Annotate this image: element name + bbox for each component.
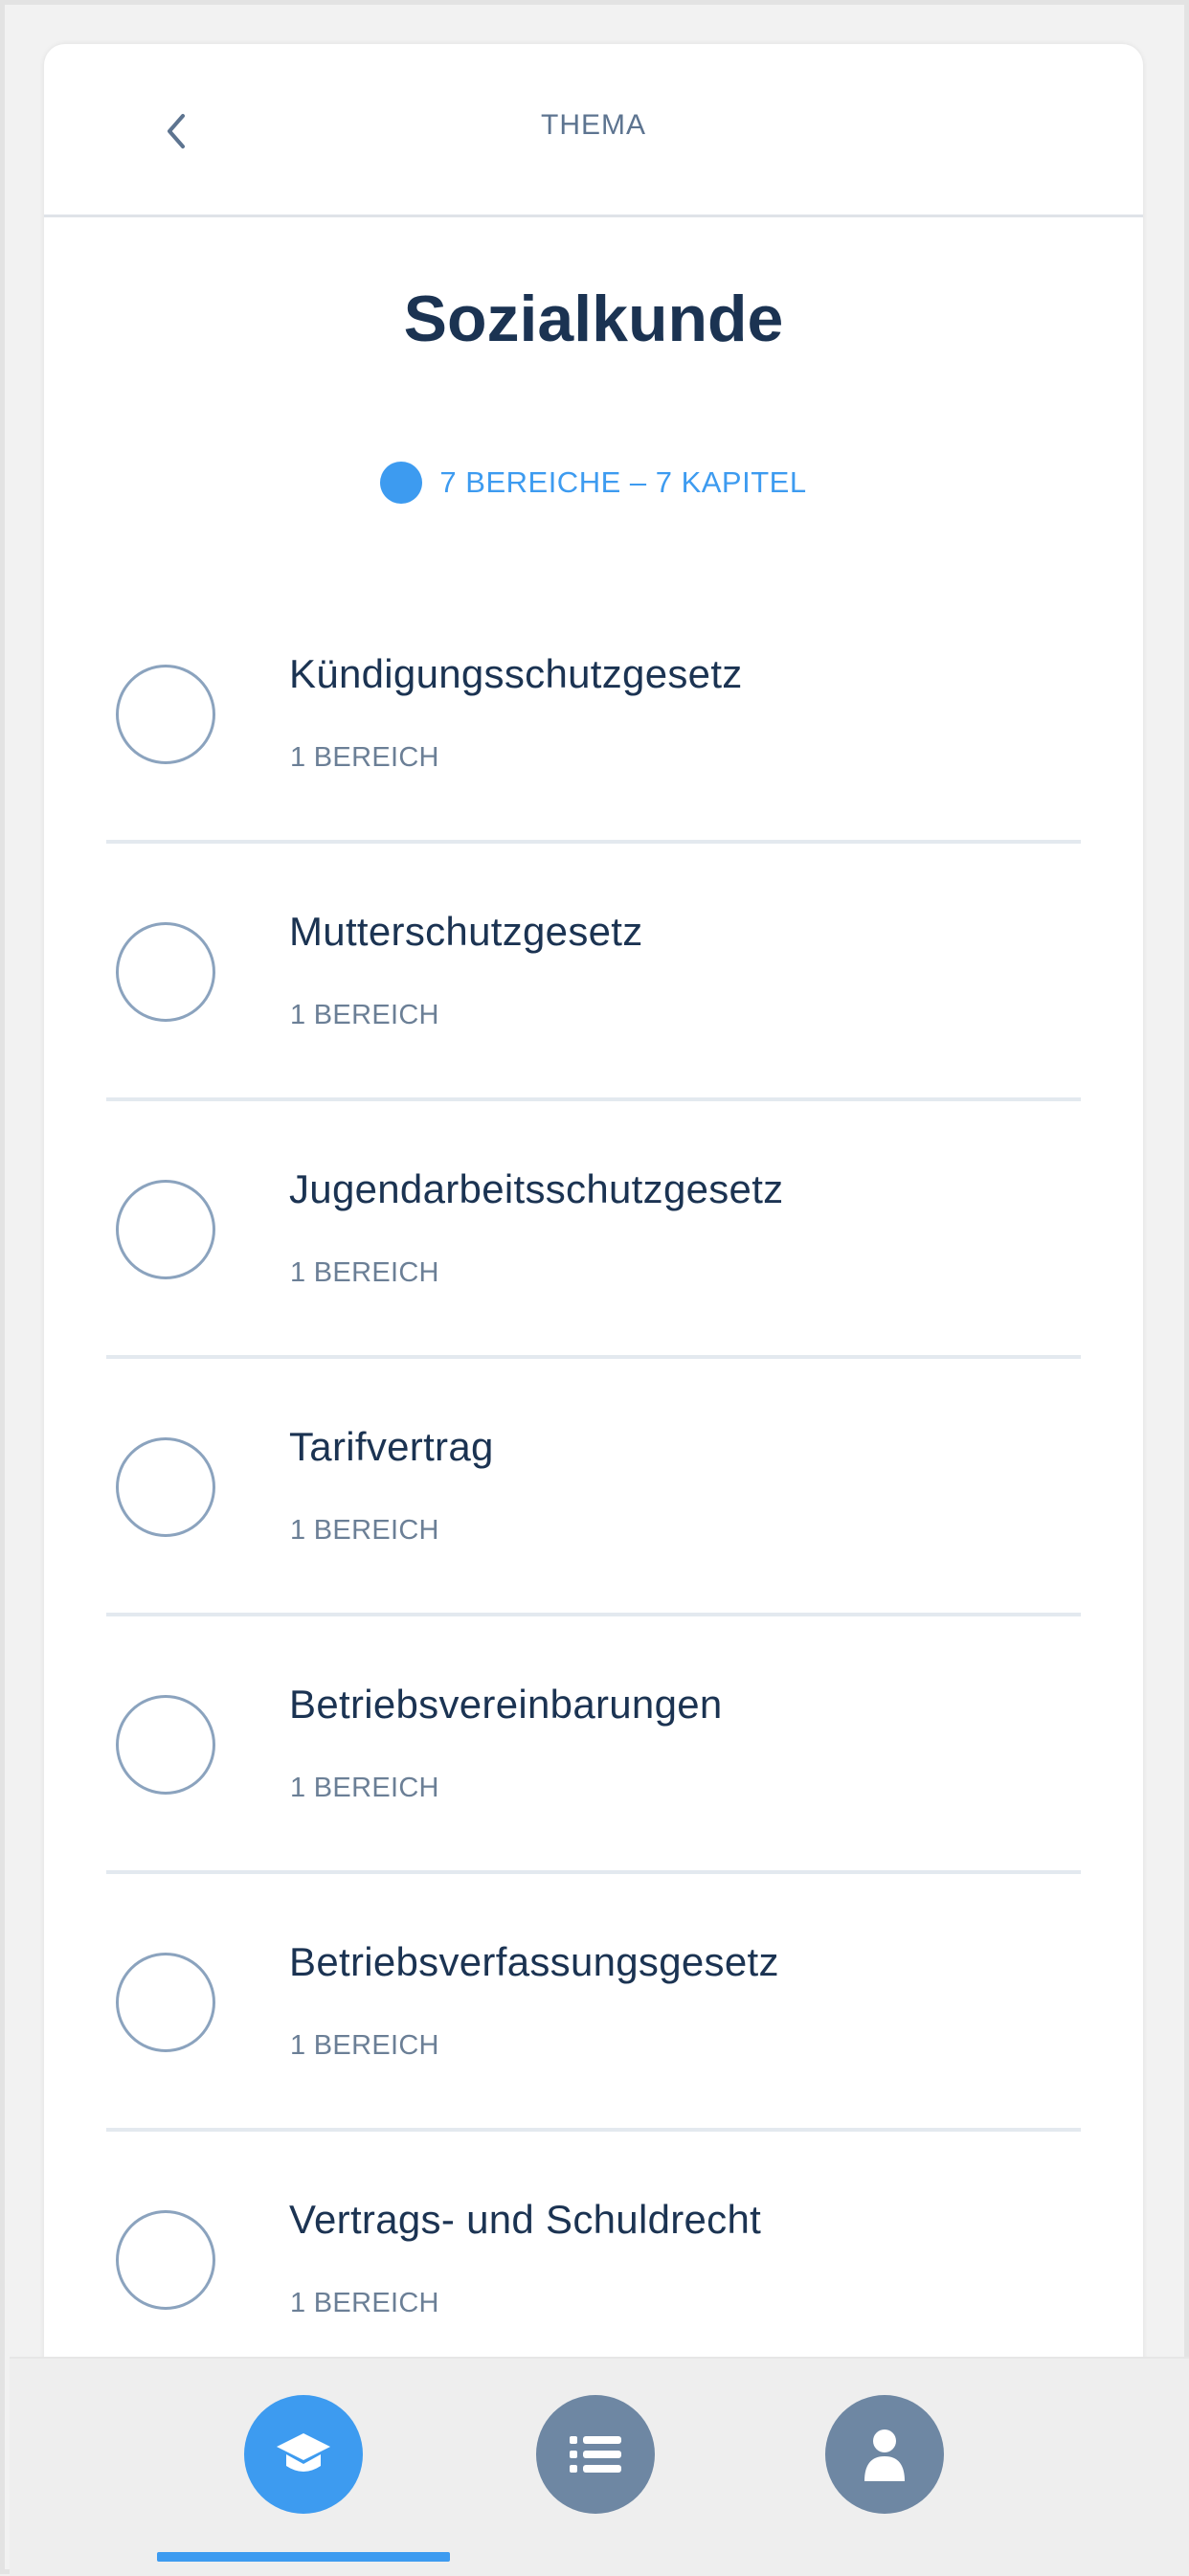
- item-title: Kündigungsschutzgesetz: [289, 651, 743, 696]
- radio-circle-icon[interactable]: [116, 922, 215, 1022]
- screen-frame: THEMA Sozialkunde 7 BEREICHE – 7 KAPITEL…: [0, 0, 1189, 2576]
- list-item[interactable]: Vertrags- und Schuldrecht 1 BEREICH: [106, 2132, 1081, 2389]
- status-dot-icon: [380, 462, 423, 504]
- radio-circle-icon[interactable]: [116, 1953, 215, 2052]
- active-tab-indicator: [157, 2552, 450, 2562]
- item-subtitle: 1 BEREICH: [290, 2030, 439, 2061]
- list-item[interactable]: Betriebsverfassungsgesetz 1 BEREICH: [106, 1874, 1081, 2132]
- item-subtitle: 1 BEREICH: [290, 1257, 439, 1288]
- radio-circle-icon[interactable]: [116, 2210, 215, 2310]
- item-subtitle: 1 BEREICH: [290, 1000, 439, 1030]
- page-title: Sozialkunde: [403, 282, 784, 355]
- topic-meta: 7 BEREICHE – 7 KAPITEL: [44, 462, 1143, 504]
- bottom-tab-bar: [10, 2357, 1189, 2576]
- list-item[interactable]: Kündigungsschutzgesetz 1 BEREICH: [106, 586, 1081, 844]
- item-title: Vertrags- und Schuldrecht: [289, 2197, 762, 2242]
- list-icon: [570, 2436, 621, 2473]
- radio-circle-icon[interactable]: [116, 1695, 215, 1795]
- radio-circle-icon[interactable]: [116, 1180, 215, 1279]
- item-title: Betriebsvereinbarungen: [289, 1682, 723, 1727]
- item-subtitle: 1 BEREICH: [290, 742, 439, 773]
- item-title: Jugendarbeitsschutzgesetz: [289, 1166, 784, 1211]
- header: THEMA: [44, 44, 1143, 217]
- item-title: Tarifvertrag: [289, 1424, 494, 1469]
- item-subtitle: 1 BEREICH: [290, 1773, 439, 1803]
- topic-meta-text: 7 BEREICHE – 7 KAPITEL: [439, 465, 807, 499]
- list-item[interactable]: Mutterschutzgesetz 1 BEREICH: [106, 844, 1081, 1101]
- item-title: Mutterschutzgesetz: [289, 909, 643, 954]
- content-card: THEMA Sozialkunde 7 BEREICHE – 7 KAPITEL…: [44, 44, 1143, 2457]
- item-subtitle: 1 BEREICH: [290, 2288, 439, 2318]
- item-subtitle: 1 BEREICH: [290, 1515, 439, 1546]
- tab-list[interactable]: [536, 2395, 655, 2514]
- tab-profile[interactable]: [825, 2395, 944, 2514]
- user-icon: [864, 2429, 905, 2481]
- list-item[interactable]: Jugendarbeitsschutzgesetz 1 BEREICH: [106, 1101, 1081, 1359]
- radio-circle-icon[interactable]: [116, 665, 215, 764]
- list-item[interactable]: Betriebsvereinbarungen 1 BEREICH: [106, 1616, 1081, 1874]
- list-item[interactable]: Tarifvertrag 1 BEREICH: [106, 1359, 1081, 1616]
- tab-learn[interactable]: [244, 2395, 363, 2514]
- chapter-list: Kündigungsschutzgesetz 1 BEREICH Mutters…: [106, 586, 1081, 2389]
- radio-circle-icon[interactable]: [116, 1437, 215, 1537]
- graduation-cap-icon: [277, 2433, 330, 2472]
- item-title: Betriebsverfassungsgesetz: [289, 1939, 779, 1984]
- header-title: THEMA: [541, 109, 646, 141]
